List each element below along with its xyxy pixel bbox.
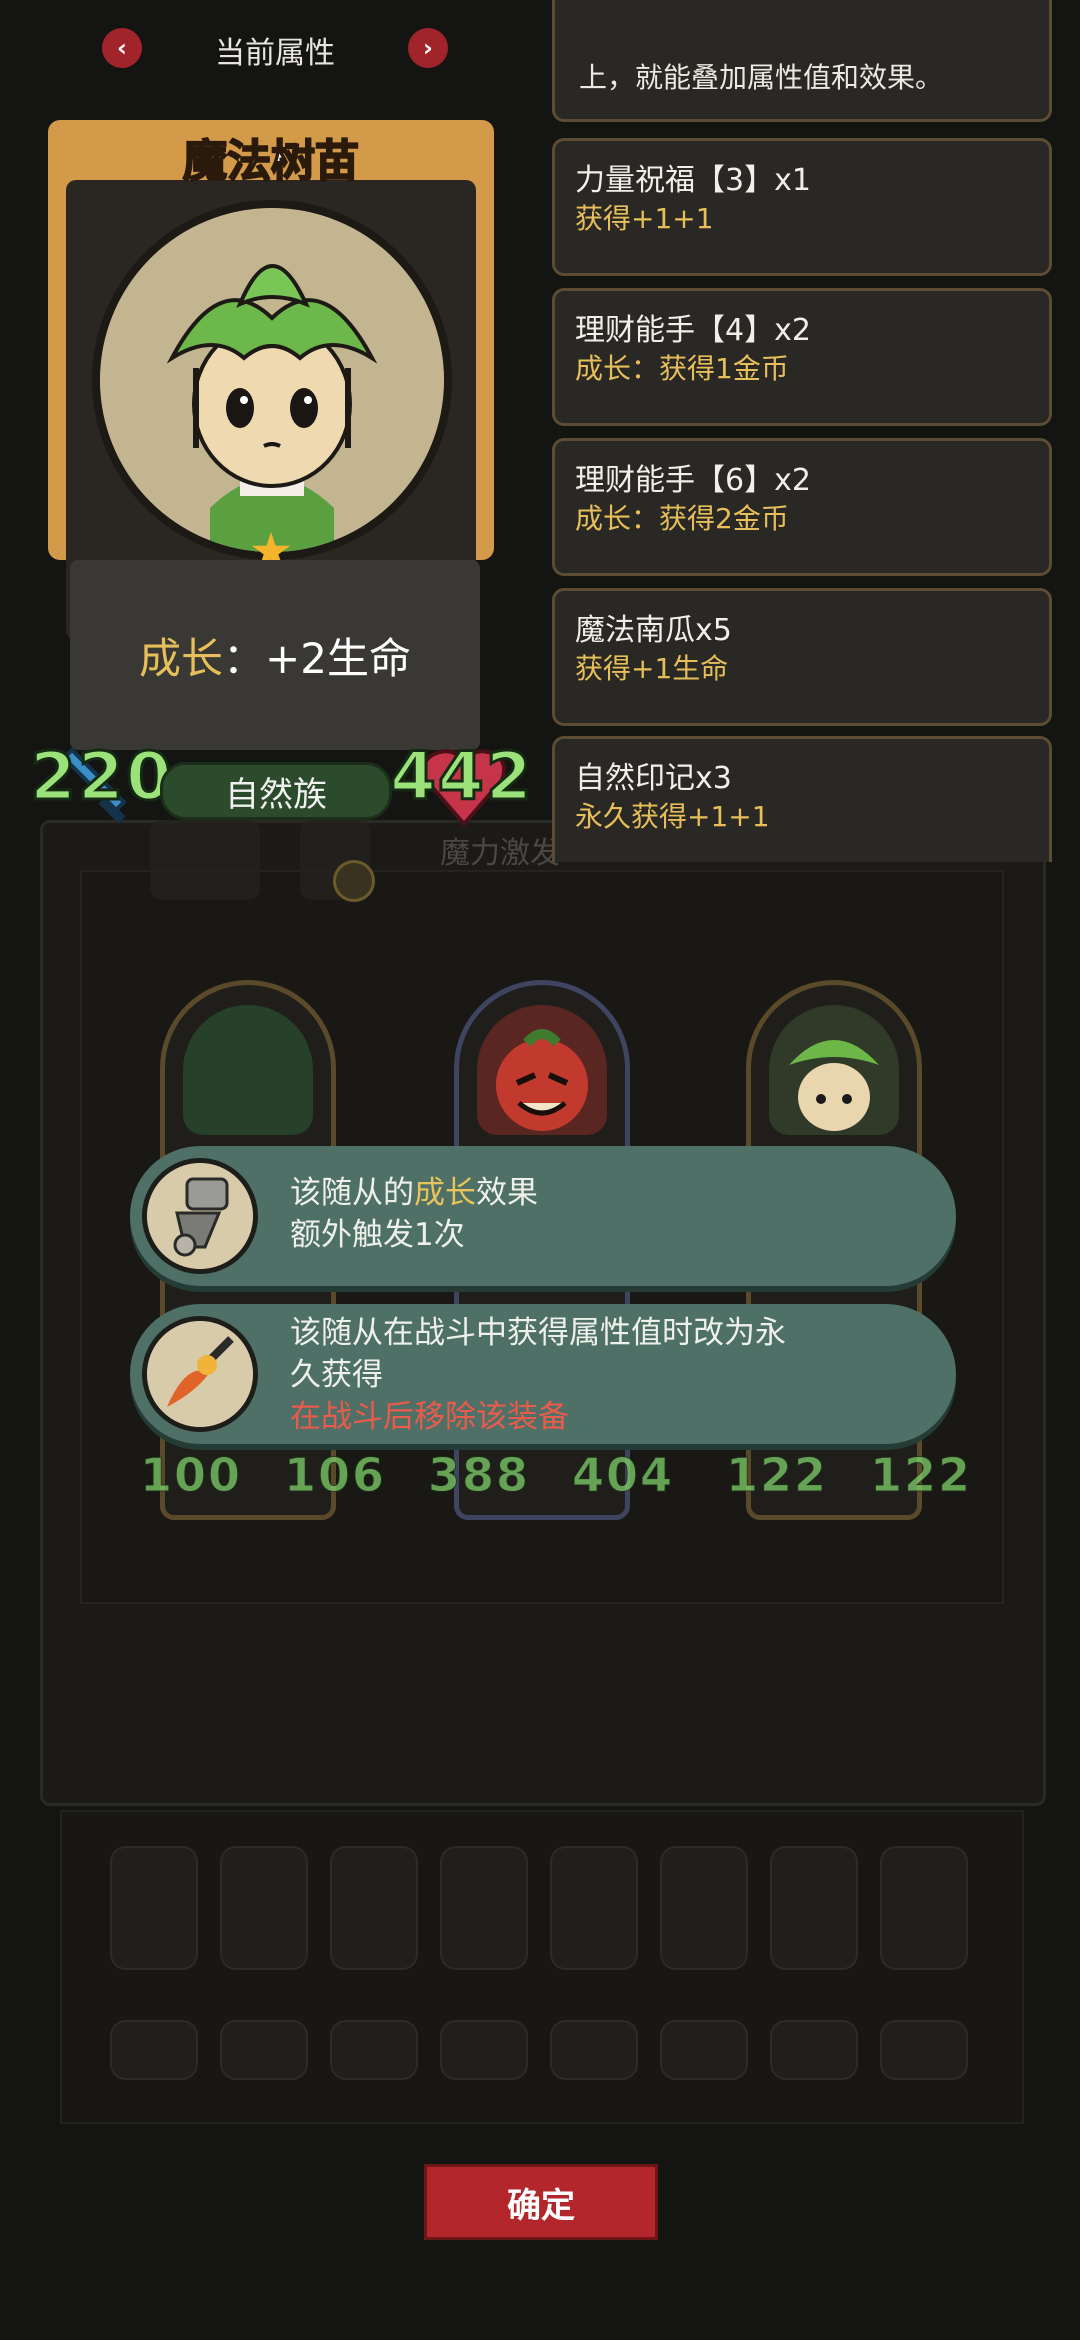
bench-slot[interactable] xyxy=(440,2020,528,2080)
minion-portrait xyxy=(183,1005,313,1135)
bench-slot[interactable] xyxy=(660,2020,748,2080)
buff-desc: 获得+1+1 xyxy=(575,202,714,235)
hero-attack-value: 220 xyxy=(29,737,174,817)
minion-health: 106 xyxy=(284,1448,387,1503)
sapling-portrait-icon xyxy=(100,208,444,552)
buff-truncated-text: 上，就能叠加属性值和效果。 xyxy=(579,61,944,94)
bench-slot[interactable] xyxy=(330,1846,418,1970)
tooltip-1-line1-pre: 该随从的 xyxy=(290,1175,414,1211)
minion-health: 404 xyxy=(572,1448,675,1503)
hero-health-value: 442 xyxy=(389,737,534,817)
bench-slot[interactable] xyxy=(880,1846,968,1970)
bench-slot[interactable] xyxy=(550,1846,638,1970)
bench-slot[interactable] xyxy=(550,2020,638,2080)
buff-list-item[interactable]: 理财能手【4】x2 成长：获得1金币 xyxy=(552,288,1052,426)
tooltip-2-text: 该随从在战斗中获得属性值时改为永 久获得 在战斗后移除该装备 xyxy=(290,1312,786,1438)
tooltip-1-text: 该随从的成长效果 额外触发1次 xyxy=(290,1172,538,1256)
buff-list-item[interactable]: 自然印记x3 永久获得+1+1 xyxy=(552,736,1052,862)
bench-slot[interactable] xyxy=(880,2020,968,2080)
minion-health: 122 xyxy=(870,1448,973,1503)
bench-slot[interactable] xyxy=(440,1846,528,1970)
growth-separator: ： xyxy=(223,633,266,683)
minion-portrait xyxy=(477,1005,607,1135)
page-title: 当前属性 xyxy=(215,36,335,71)
buff-desc: 成长：获得2金币 xyxy=(575,502,789,535)
buff-list-item[interactable]: 理财能手【6】x2 成长：获得2金币 xyxy=(552,438,1052,576)
equipment-effect-tooltip-1: 该随从的成长效果 额外触发1次 xyxy=(130,1146,956,1286)
bench-slot[interactable] xyxy=(110,1846,198,1970)
hero-portrait-frame xyxy=(92,200,452,560)
minion-2-stats: 388 404 xyxy=(427,1448,675,1503)
bench-slot[interactable] xyxy=(220,2020,308,2080)
bench-slot[interactable] xyxy=(770,1846,858,1970)
buff-list-item[interactable]: 魔法南瓜x5 获得+1生命 xyxy=(552,588,1052,726)
buff-title: 力量祝福【3】x1 xyxy=(575,163,811,198)
equipment-torch-icon xyxy=(142,1316,258,1432)
tribe-badge: 自然族 xyxy=(160,762,392,820)
bench-slot[interactable] xyxy=(220,1846,308,1970)
bench-row-1 xyxy=(110,1846,968,1970)
background-skill-text: 魔力激发 xyxy=(440,836,560,871)
tooltip-1-line-2: 额外触发1次 xyxy=(290,1217,465,1253)
tooltip-1-line-1: 该随从的成长效果 xyxy=(290,1172,538,1214)
equipment-gauntlet-icon xyxy=(142,1158,258,1274)
buff-description-truncated: 上，就能叠加属性值和效果。 xyxy=(552,0,1052,122)
next-button[interactable]: › xyxy=(408,28,448,68)
buff-list-item[interactable]: 力量祝福【3】x1 获得+1+1 xyxy=(552,138,1052,276)
buff-title: 魔法南瓜x5 xyxy=(575,613,732,648)
minion-1-stats: 100 106 xyxy=(139,1448,387,1503)
chevron-right-icon: › xyxy=(423,34,433,62)
bench-slot[interactable] xyxy=(660,1846,748,1970)
buff-title: 自然印记x3 xyxy=(575,761,732,796)
minion-attack: 122 xyxy=(725,1448,829,1503)
tomato-monster-icon xyxy=(496,1029,588,1131)
tooltip-1-line1-post: 效果 xyxy=(476,1175,538,1211)
bench-slot[interactable] xyxy=(330,2020,418,2080)
hero-growth-effect: 成长 ： +2生命 xyxy=(70,560,480,750)
buff-desc: 永久获得+1+1 xyxy=(575,800,770,833)
buff-desc: 成长：获得1金币 xyxy=(575,352,789,385)
bench-slot[interactable] xyxy=(110,2020,198,2080)
minion-portrait xyxy=(769,1005,899,1135)
minion-3-stats: 122 122 xyxy=(725,1448,973,1503)
growth-label: 成长 xyxy=(139,633,224,683)
buff-title: 理财能手【4】x2 xyxy=(575,313,811,348)
coin-icon xyxy=(333,860,375,902)
equipment-effect-tooltip-2: 该随从在战斗中获得属性值时改为永 久获得 在战斗后移除该装备 xyxy=(130,1304,956,1444)
buff-title: 理财能手【6】x2 xyxy=(575,463,811,498)
growth-value: +2生命 xyxy=(265,633,411,683)
sapling-icon xyxy=(789,1040,879,1131)
tooltip-2-line-2: 久获得 xyxy=(290,1357,383,1393)
confirm-button[interactable]: 确定 xyxy=(424,2164,658,2240)
chevron-left-icon: ‹ xyxy=(117,34,127,62)
tooltip-2-warning: 在战斗后移除该装备 xyxy=(290,1399,569,1435)
hero-name: 魔法树苗 xyxy=(182,135,360,188)
bench-row-2 xyxy=(110,2020,968,2080)
prev-button[interactable]: ‹ xyxy=(102,28,142,68)
background-equipment-slot xyxy=(150,820,260,900)
bench-slot[interactable] xyxy=(770,2020,858,2080)
minion-attack: 388 xyxy=(427,1448,531,1503)
buff-desc: 获得+1生命 xyxy=(575,652,729,685)
growth-keyword: 成长 xyxy=(414,1175,476,1211)
minion-attack: 100 xyxy=(139,1448,243,1503)
tooltip-2-line-1: 该随从在战斗中获得属性值时改为永 xyxy=(290,1315,786,1351)
